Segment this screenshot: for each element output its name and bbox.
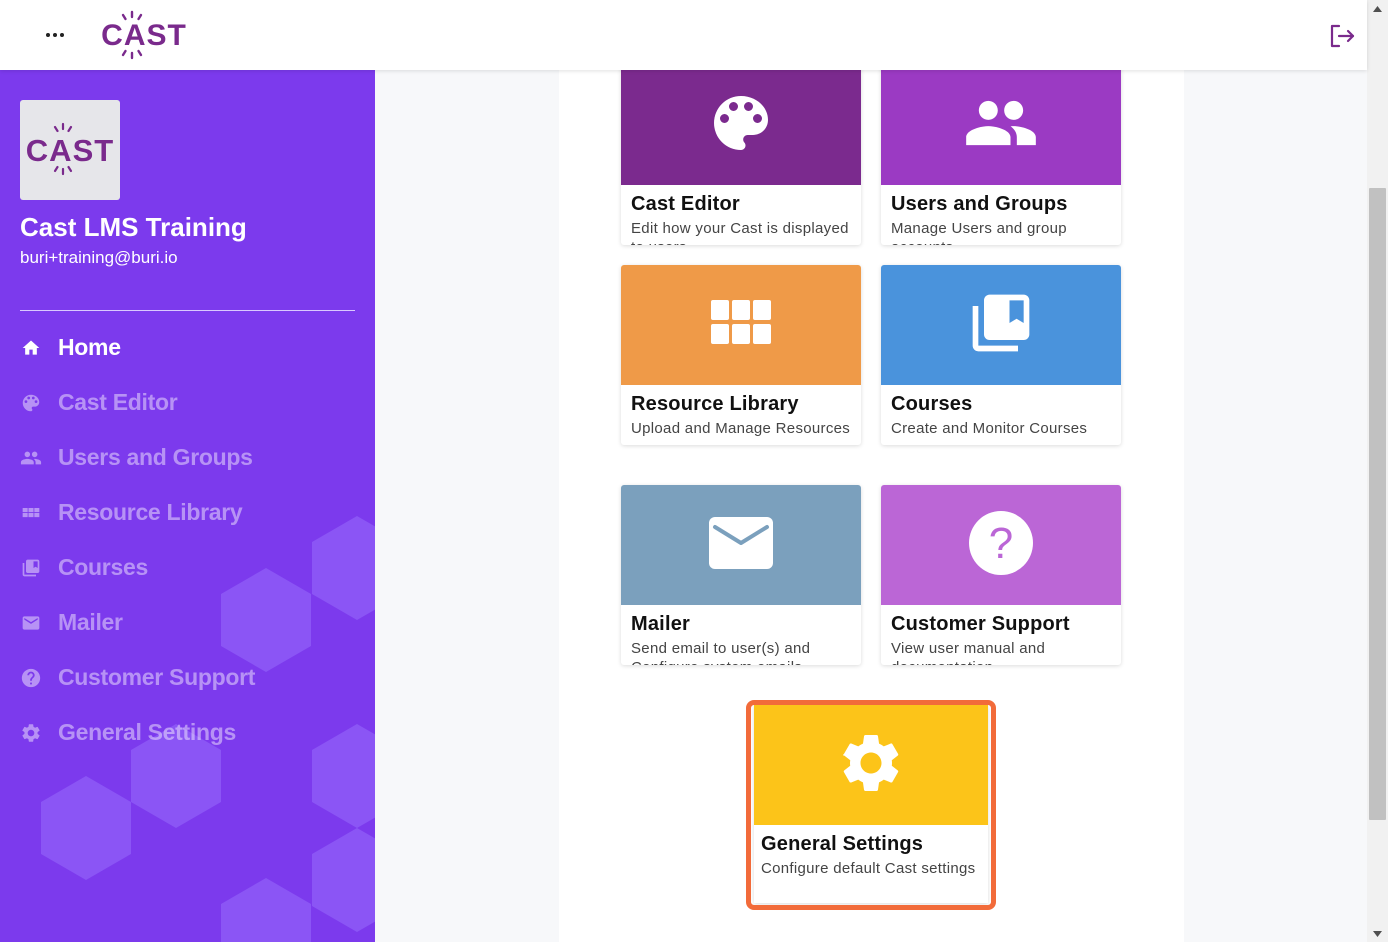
card-banner bbox=[621, 265, 861, 385]
sidebar-item-resource-library[interactable]: Resource Library bbox=[0, 485, 375, 540]
sidebar-item-label: Resource Library bbox=[58, 499, 243, 525]
sidebar-divider bbox=[20, 310, 355, 311]
card-title: Courses bbox=[891, 393, 973, 415]
mail-icon bbox=[709, 516, 773, 574]
svg-text:CAST: CAST bbox=[101, 19, 187, 52]
card-cast-editor[interactable]: Cast Editor Edit how your Cast is displa… bbox=[621, 65, 861, 245]
cast-logo[interactable]: CAST bbox=[98, 10, 190, 60]
grid-icon bbox=[711, 299, 771, 351]
grid-icon bbox=[20, 502, 42, 524]
highlight-outline bbox=[746, 700, 996, 910]
scrollbar-thumb[interactable] bbox=[1369, 188, 1386, 820]
svg-text:?: ? bbox=[989, 519, 1013, 568]
home-icon bbox=[20, 337, 42, 359]
card-banner bbox=[621, 485, 861, 605]
card-description: View user manual and documentation bbox=[891, 640, 1046, 665]
card-description: Create and Monitor Courses bbox=[891, 420, 1088, 437]
card-courses[interactable]: Courses Create and Monitor Courses bbox=[881, 265, 1121, 445]
more-horizontal-icon[interactable] bbox=[38, 22, 72, 48]
logout-icon[interactable] bbox=[1328, 22, 1356, 50]
card-resource-library[interactable]: Resource Library Upload and Manage Resou… bbox=[621, 265, 861, 445]
card-users-and-groups[interactable]: Users and Groups Manage Users and group … bbox=[881, 65, 1121, 245]
vertical-scrollbar[interactable] bbox=[1367, 0, 1388, 942]
palette-icon bbox=[20, 392, 42, 414]
sidebar-item-cast-editor[interactable]: Cast Editor bbox=[0, 375, 375, 430]
sidebar-item-label: Cast Editor bbox=[58, 389, 178, 415]
card-title: Users and Groups bbox=[891, 193, 1068, 215]
user-email: buri+training@buri.io bbox=[20, 248, 178, 267]
card-title: Resource Library bbox=[631, 393, 799, 415]
sidebar-item-label: Home bbox=[58, 334, 121, 360]
gear-icon bbox=[20, 722, 42, 744]
organization-name: Cast LMS Training bbox=[20, 212, 247, 242]
help-circle-icon: ? bbox=[969, 510, 1033, 580]
sidebar-item-home[interactable]: Home bbox=[0, 320, 375, 375]
library-books-icon bbox=[967, 289, 1035, 362]
sidebar: CAST Cast LMS Training buri+training@bur… bbox=[0, 70, 375, 942]
users-icon bbox=[963, 85, 1039, 166]
card-description: Upload and Manage Resources bbox=[631, 420, 851, 437]
scroll-down-arrow-icon[interactable] bbox=[1367, 925, 1388, 942]
top-bar: CAST bbox=[0, 0, 1367, 70]
card-description: Manage Users and group accounts bbox=[891, 220, 1067, 245]
organization-logo: CAST bbox=[20, 100, 120, 200]
help-circle-icon bbox=[20, 667, 42, 689]
sidebar-item-general-settings[interactable]: General Settings bbox=[0, 705, 375, 760]
card-title: Customer Support bbox=[891, 613, 1070, 635]
mail-icon bbox=[20, 612, 42, 634]
sidebar-item-label: General Settings bbox=[58, 719, 236, 745]
sidebar-item-mailer[interactable]: Mailer bbox=[0, 595, 375, 650]
card-description: Edit how your Cast is displayed to users bbox=[631, 220, 849, 245]
sidebar-item-label: Users and Groups bbox=[58, 444, 253, 470]
card-customer-support[interactable]: ? Customer Support View user manual and … bbox=[881, 485, 1121, 665]
card-banner: ? bbox=[881, 485, 1121, 605]
sidebar-item-label: Customer Support bbox=[58, 664, 256, 690]
card-description: Send email to user(s) and Configure syst… bbox=[631, 640, 811, 665]
palette-icon bbox=[705, 87, 777, 164]
card-title: Mailer bbox=[631, 613, 691, 635]
scroll-up-arrow-icon[interactable] bbox=[1367, 0, 1388, 17]
sidebar-item-customer-support[interactable]: Customer Support bbox=[0, 650, 375, 705]
card-banner bbox=[881, 65, 1121, 185]
card-banner bbox=[621, 65, 861, 185]
card-mailer[interactable]: Mailer Send email to user(s) and Configu… bbox=[621, 485, 861, 665]
sidebar-item-label: Courses bbox=[58, 554, 148, 580]
sidebar-item-courses[interactable]: Courses bbox=[0, 540, 375, 595]
svg-text:CAST: CAST bbox=[26, 133, 114, 168]
sidebar-item-label: Mailer bbox=[58, 609, 123, 635]
card-banner bbox=[881, 265, 1121, 385]
sidebar-item-users-and-groups[interactable]: Users and Groups bbox=[0, 430, 375, 485]
card-title: Cast Editor bbox=[631, 193, 740, 215]
users-icon bbox=[20, 447, 42, 469]
sidebar-nav: Home Cast Editor Users and Groups Resour… bbox=[0, 320, 375, 760]
library-books-icon bbox=[20, 557, 42, 579]
